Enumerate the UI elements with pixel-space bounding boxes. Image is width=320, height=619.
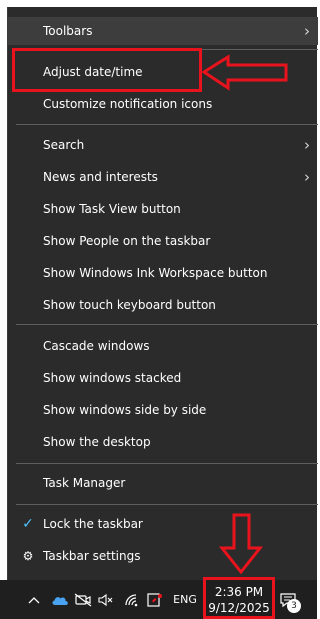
menu-item-lock-the-taskbar[interactable]: ✓ Lock the taskbar	[8, 510, 318, 538]
menu-item-show-touch-keyboard[interactable]: Show touch keyboard button	[8, 291, 318, 319]
chevron-right-icon: ›	[304, 136, 310, 154]
menu-item-cascade-windows[interactable]: Cascade windows	[8, 332, 318, 360]
chevron-right-icon: ›	[304, 168, 310, 186]
menu-separator	[16, 324, 318, 325]
menu-item-label: Customize notification icons	[43, 97, 213, 111]
volume-muted-icon[interactable]	[97, 580, 115, 619]
menu-item-show-windows-stacked[interactable]: Show windows stacked	[8, 364, 318, 392]
taskbar: ENG 2:36 PM 9/12/2025 3	[0, 580, 317, 619]
menu-item-task-manager[interactable]: Task Manager	[8, 469, 318, 497]
input-language-indicator[interactable]: ENG	[171, 580, 199, 619]
wifi-icon[interactable]	[123, 580, 141, 619]
menu-item-label: Adjust date/time	[43, 65, 143, 79]
meet-now-off-icon[interactable]	[73, 580, 93, 619]
menu-item-label: Search	[43, 138, 85, 152]
chevron-up-icon[interactable]	[26, 580, 42, 619]
menu-item-label: Toolbars	[43, 24, 93, 38]
menu-item-label: Cascade windows	[43, 339, 150, 353]
menu-item-label: Show the desktop	[43, 435, 151, 449]
menu-item-show-task-view-button[interactable]: Show Task View button	[8, 195, 318, 223]
menu-separator	[16, 124, 318, 125]
menu-item-show-the-desktop[interactable]: Show the desktop	[8, 428, 318, 456]
gear-icon: ⚙	[22, 549, 34, 563]
menu-item-toolbars[interactable]: Toolbars ›	[8, 17, 318, 45]
menu-item-taskbar-settings[interactable]: ⚙ Taskbar settings	[8, 542, 318, 570]
menu-item-search[interactable]: Search ›	[8, 131, 318, 159]
menu-item-label: Lock the taskbar	[43, 517, 143, 531]
notification-badge: 3	[287, 599, 301, 613]
menu-item-label: Show windows stacked	[43, 371, 182, 385]
menu-item-news-and-interests[interactable]: News and interests ›	[8, 163, 318, 191]
menu-separator	[16, 463, 318, 464]
taskbar-context-menu: Toolbars › Adjust date/time Customize no…	[7, 7, 318, 580]
menu-item-label: Taskbar settings	[43, 549, 141, 563]
onedrive-icon[interactable]	[50, 580, 70, 619]
menu-item-adjust-date-time[interactable]: Adjust date/time	[8, 58, 318, 86]
menu-item-label: Task Manager	[43, 476, 126, 490]
checkmark-icon: ✓	[22, 516, 34, 532]
windows-ink-icon[interactable]	[145, 580, 165, 619]
menu-item-label: Show Windows Ink Workspace button	[43, 266, 268, 280]
menu-item-show-windows-side-by-side[interactable]: Show windows side by side	[8, 396, 318, 424]
clock[interactable]: 2:36 PM 9/12/2025	[204, 580, 274, 619]
chevron-right-icon: ›	[304, 22, 310, 40]
menu-separator	[16, 504, 318, 505]
menu-item-label: Show People on the taskbar	[43, 234, 211, 248]
menu-item-label: Show touch keyboard button	[43, 298, 216, 312]
menu-separator	[16, 49, 318, 50]
menu-item-show-people[interactable]: Show People on the taskbar	[8, 227, 318, 255]
clock-date: 9/12/2025	[208, 600, 270, 615]
menu-item-label: Show windows side by side	[43, 403, 207, 417]
menu-item-label: Show Task View button	[43, 202, 181, 216]
clock-time: 2:36 PM	[214, 584, 264, 599]
menu-item-label: News and interests	[43, 170, 158, 184]
menu-item-customize-notification-icons[interactable]: Customize notification icons	[8, 90, 318, 118]
menu-item-show-windows-ink[interactable]: Show Windows Ink Workspace button	[8, 259, 318, 287]
